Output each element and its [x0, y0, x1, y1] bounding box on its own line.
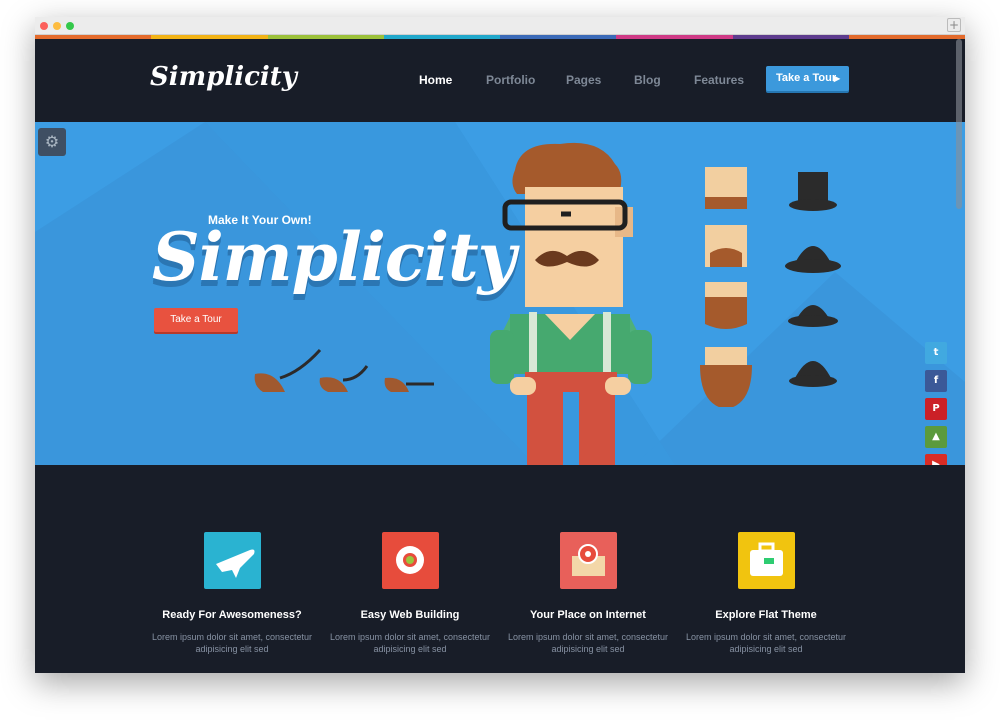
feature-title: Your Place on Internet: [530, 609, 646, 621]
face-option-icon: [700, 347, 752, 407]
youtube-icon[interactable]: ▶: [925, 454, 947, 465]
nav-home[interactable]: Home: [419, 73, 452, 87]
take-a-tour-label: Take a Tour: [776, 72, 837, 84]
feature-text: Lorem ipsum dolor sit amet, consectetur …: [507, 632, 669, 654]
nav-portfolio[interactable]: Portfolio: [486, 73, 535, 87]
close-dot[interactable]: [40, 22, 48, 30]
trilby-hat-icon: [788, 305, 838, 327]
browser-chrome: +: [35, 17, 965, 35]
face-option-icon: [705, 225, 747, 267]
twitter-icon[interactable]: t: [925, 342, 947, 364]
feature-title: Easy Web Building: [360, 609, 460, 621]
features-section: Ready For Awesomeness? Lorem ipsum dolor…: [35, 465, 965, 673]
nav-pages[interactable]: Pages: [566, 73, 601, 87]
beard-options: [700, 167, 752, 407]
feature-text: Lorem ipsum dolor sit amet, consectetur …: [685, 632, 847, 654]
hero-take-a-tour-button[interactable]: Take a Tour: [154, 308, 238, 332]
browser-window: + Simplicity Home Portfolio Pages Blog F…: [35, 17, 965, 673]
take-a-tour-button[interactable]: Take a Tour ▶: [766, 66, 849, 91]
hero-title: Simplicity: [152, 218, 516, 296]
top-hat-icon: [789, 172, 837, 211]
pinterest-icon[interactable]: P: [925, 398, 947, 420]
feature-title: Explore Flat Theme: [715, 609, 817, 621]
pipe-icon: [384, 377, 434, 392]
hero-banner: ⚙ Make It Your Own! Simplicity Take a To…: [35, 122, 965, 465]
minimize-dot[interactable]: [53, 22, 61, 30]
map-pin-icon[interactable]: [560, 532, 617, 589]
suitcase-icon[interactable]: [738, 532, 795, 589]
hipster-character: [490, 142, 652, 465]
pipes-illustration: [254, 348, 434, 392]
face-option-icon: [705, 167, 747, 209]
new-tab-icon[interactable]: +: [947, 18, 961, 32]
face-option-icon: [705, 282, 747, 329]
feature-text: Lorem ipsum dolor sit amet, consectetur …: [329, 632, 491, 654]
maximize-dot[interactable]: [66, 22, 74, 30]
arrow-right-icon: ▶: [833, 74, 840, 83]
social-bar: t f P ▲ ▶ ◎ vk ≡: [925, 342, 947, 465]
settings-gear-button[interactable]: ⚙: [38, 128, 66, 156]
site-logo[interactable]: Simplicity: [150, 62, 297, 92]
gear-icon[interactable]: [382, 532, 439, 589]
page-scrollbar[interactable]: [956, 39, 962, 209]
nav-blog[interactable]: Blog: [634, 73, 661, 87]
feature-text: Lorem ipsum dolor sit amet, consectetur …: [151, 632, 313, 654]
hat-options: [785, 172, 841, 387]
fedora-hat-icon: [785, 246, 841, 273]
airplane-icon[interactable]: [204, 532, 261, 589]
bowler-hat-icon: [789, 361, 837, 387]
site-header: Simplicity Home Portfolio Pages Blog Fea…: [35, 39, 965, 122]
nav-features[interactable]: Features: [694, 73, 744, 87]
pipe-icon: [319, 365, 369, 392]
feature-title: Ready For Awesomeness?: [162, 609, 302, 621]
facebook-icon[interactable]: f: [925, 370, 947, 392]
forrst-icon[interactable]: ▲: [925, 426, 947, 448]
pipe-icon: [254, 348, 322, 392]
